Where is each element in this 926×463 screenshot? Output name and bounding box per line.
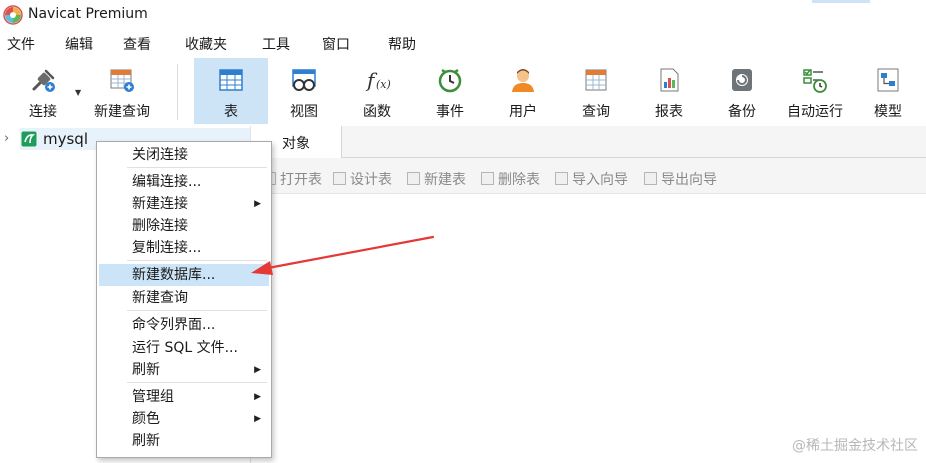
schedule-label: 自动运行 [787,104,843,120]
plug-icon [32,69,55,92]
main-toolbar: 连接 ▼ 新建查询 表 视图 f (x) 函数 事件 用户 查询 报表 备份 自… [0,58,926,126]
design-table-icon [333,172,346,185]
connection-context-menu: 关闭连接 编辑连接... 新建连接 ▶ 删除连接 复制连接... 新建数据库...… [96,141,272,458]
user-label: 用户 [509,104,537,120]
function-button[interactable]: f (x) 函数 [340,58,414,124]
navicat-logo-icon [3,5,23,25]
schedule-button[interactable]: 自动运行 [778,58,852,124]
query-label: 查询 [582,104,610,120]
menu-close-connection[interactable]: 关闭连接 [99,144,269,166]
report-button[interactable]: 报表 [632,58,706,124]
menu-separator [127,382,267,383]
table-label: 表 [224,104,238,120]
window-title: Navicat Premium [28,6,148,22]
event-label: 事件 [436,104,464,120]
table-icon [219,69,243,91]
expand-chevron-icon[interactable]: › [4,131,14,146]
query-button[interactable]: 查询 [560,58,632,124]
backup-label: 备份 [728,104,756,120]
menu-separator [127,167,267,168]
connect-button[interactable]: 连接 [14,58,72,124]
menu-color[interactable]: 颜色 ▶ [99,408,269,430]
delete-table-button[interactable]: 删除表 [481,169,540,188]
object-tab-bar: 对象 [251,126,926,158]
function-icon: f (x) [365,68,391,92]
svg-text:(x): (x) [376,78,391,91]
design-table-button[interactable]: 设计表 [333,169,392,188]
import-wizard-icon [555,172,568,185]
menu-favorites[interactable]: 收藏夹 [185,33,227,57]
menu-file[interactable]: 文件 [7,33,35,57]
menu-console[interactable]: 命令列界面... [99,314,269,336]
menu-run-sql-file[interactable]: 运行 SQL 文件... [99,337,269,359]
view-icon [292,69,316,91]
function-label: 函数 [363,104,391,120]
new-query-icon [110,69,134,92]
query-icon [585,69,607,91]
new-table-button[interactable]: 新建表 [407,169,466,188]
mysql-connection-icon [21,131,37,147]
menu-edit-connection[interactable]: 编辑连接... [99,171,269,193]
export-wizard-icon [644,172,657,185]
watermark: @稀土掘金技术社区 [792,438,918,454]
menu-new-query[interactable]: 新建查询 [99,287,269,309]
new-query-button[interactable]: 新建查询 [86,58,158,124]
schedule-icon [803,69,827,93]
new-query-label: 新建查询 [94,104,150,120]
model-button[interactable]: 模型 [852,58,924,124]
menu-help[interactable]: 帮助 [388,33,416,57]
submenu-arrow-icon: ▶ [254,199,261,209]
user-button[interactable]: 用户 [486,58,560,124]
menu-edit[interactable]: 编辑 [65,33,93,57]
menu-separator [127,310,267,311]
view-label: 视图 [290,104,318,120]
menu-bar: 文件 编辑 查看 收藏夹 工具 窗口 帮助 [0,33,926,57]
delete-table-icon [481,172,494,185]
toolbar-separator [177,64,178,120]
menu-view[interactable]: 查看 [123,33,151,57]
submenu-arrow-icon: ▶ [254,365,261,375]
view-button[interactable]: 视图 [268,58,340,124]
object-pane: 对象 打开表 设计表 新建表 删除表 导入向导 导出向导 [250,126,926,463]
connect-dropdown-caret-icon[interactable]: ▼ [75,88,81,97]
navicat-window: Navicat Premium 文件 编辑 查看 收藏夹 工具 窗口 帮助 连接… [0,0,926,463]
connection-name: mysql [43,130,88,148]
user-icon [512,69,534,92]
submenu-arrow-icon: ▶ [254,392,261,402]
object-toolbar: 打开表 设计表 新建表 删除表 导入向导 导出向导 [251,158,926,194]
submenu-arrow-icon: ▶ [254,414,261,424]
new-table-icon [407,172,420,185]
menu-tools[interactable]: 工具 [262,33,290,57]
menu-refresh-submenu[interactable]: 刷新 ▶ [99,359,269,381]
model-label: 模型 [874,104,902,120]
menu-new-connection[interactable]: 新建连接 ▶ [99,193,269,215]
title-bar: Navicat Premium [0,0,926,30]
clock-icon [438,68,462,93]
import-wizard-button[interactable]: 导入向导 [555,169,628,188]
report-label: 报表 [655,104,683,120]
tab-objects-label: 对象 [282,136,310,152]
report-icon [660,68,679,92]
backup-icon [732,69,752,91]
table-button[interactable]: 表 [194,58,268,124]
backup-button[interactable]: 备份 [706,58,778,124]
menu-window[interactable]: 窗口 [322,33,350,57]
event-button[interactable]: 事件 [414,58,486,124]
connect-label: 连接 [29,104,57,120]
menu-refresh[interactable]: 刷新 [99,430,269,452]
export-wizard-button[interactable]: 导出向导 [644,169,717,188]
title-accent-strip [812,0,870,3]
model-icon [877,68,899,92]
menu-manage-group[interactable]: 管理组 ▶ [99,386,269,408]
annotation-arrow-icon [251,235,435,275]
